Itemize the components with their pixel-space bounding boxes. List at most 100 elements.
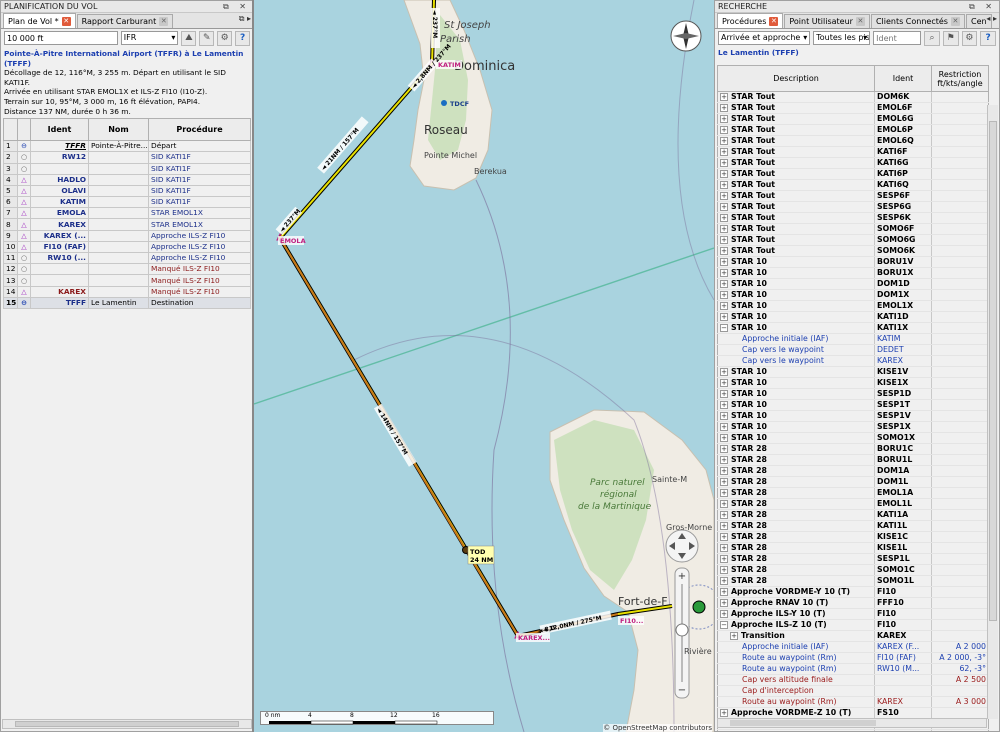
procedure-row[interactable]: − Approche ILS-Z 10 (T) FI10 xyxy=(717,619,989,631)
collapse-icon[interactable]: − xyxy=(720,621,728,629)
procedures-vscrollbar[interactable] xyxy=(987,105,998,719)
expand-icon[interactable]: + xyxy=(720,280,728,288)
procedure-row[interactable]: + Approche ILS-Y 10 (T) FI10 xyxy=(717,608,989,620)
procedure-row[interactable]: + STAR 10 DOM1D xyxy=(717,278,989,290)
procedure-row[interactable]: + STAR 28 KISE1C xyxy=(717,531,989,543)
procedure-leg-row[interactable]: Route au waypoint (Rm) KAREX A 3 000 xyxy=(717,696,989,708)
collapse-icon[interactable]: − xyxy=(720,324,728,332)
expand-icon[interactable]: + xyxy=(720,555,728,563)
tab-procedures[interactable]: Procédures ✕ xyxy=(717,13,784,28)
col-sym[interactable] xyxy=(17,118,31,142)
close-tab-icon[interactable]: ✕ xyxy=(61,16,71,26)
procedure-row[interactable]: + STAR Tout SOMO6F xyxy=(717,223,989,235)
filter-icon[interactable]: ⚑ xyxy=(942,30,959,46)
expand-icon[interactable]: + xyxy=(720,269,728,277)
procedure-row[interactable]: + STAR Tout KATI6G xyxy=(717,157,989,169)
flight-plan-row[interactable]: 7 △ EMOLA STAR EMOL1X xyxy=(3,207,251,220)
route-line[interactable]: Pointe-À-Pitre International Airport (TF… xyxy=(4,49,250,68)
expand-icon[interactable]: + xyxy=(720,445,728,453)
flight-rules-select[interactable]: IFR xyxy=(120,31,179,45)
procedure-row[interactable]: + STAR 10 DOM1X xyxy=(717,289,989,301)
expand-icon[interactable]: + xyxy=(720,577,728,585)
edit-icon[interactable]: ✎ xyxy=(199,30,215,46)
procedure-row[interactable]: + STAR 28 DOM1L xyxy=(717,476,989,488)
expand-icon[interactable]: + xyxy=(720,225,728,233)
procedure-row[interactable]: + STAR 10 SESP1X xyxy=(717,421,989,433)
procedure-row[interactable]: + STAR 10 SESP1T xyxy=(717,399,989,411)
expand-icon[interactable]: + xyxy=(720,456,728,464)
flight-plan-row[interactable]: 9 △ KAREX (... Approche ILS-Z FI10 xyxy=(3,229,251,242)
procedure-row[interactable]: + Approche VORDME-Y 10 (T) FI10 xyxy=(717,586,989,598)
expand-icon[interactable]: + xyxy=(730,632,738,640)
tab-flight-plan[interactable]: Plan de Vol * ✕ xyxy=(3,13,76,28)
close-tab-icon[interactable]: ✕ xyxy=(159,17,169,26)
expand-icon[interactable]: + xyxy=(720,599,728,607)
procedure-row[interactable]: + STAR Tout KATI6P xyxy=(717,168,989,180)
procedure-leg-row[interactable]: Cap vers le waypoint DEDET xyxy=(717,344,989,356)
procedure-row[interactable]: + STAR Tout SESP6K xyxy=(717,212,989,224)
procedure-leg-row[interactable]: Route au waypoint (Rm) FI10 (FAF) A 2 000,… xyxy=(717,652,989,664)
procedure-leg-row[interactable]: Approche initiale (IAF) KAREX (F... A 2 00… xyxy=(717,641,989,653)
map-canvas[interactable]: + − St Joseph Parish Dominica Roseau Poi… xyxy=(254,0,714,732)
procedure-row[interactable]: + STAR Tout EMOL6G xyxy=(717,113,989,125)
tdcf-airport[interactable] xyxy=(441,100,447,106)
expand-icon[interactable]: + xyxy=(720,93,728,101)
procedure-row[interactable]: + STAR 28 SOMO1C xyxy=(717,564,989,576)
expand-icon[interactable]: + xyxy=(720,126,728,134)
procedure-row[interactable]: + Approche RNAV 10 (T) FFF10 xyxy=(717,597,989,609)
cruise-altitude-input[interactable] xyxy=(4,31,118,45)
map-attribution[interactable]: © OpenStreetMap contributors xyxy=(603,724,712,732)
expand-icon[interactable]: + xyxy=(720,500,728,508)
col-description[interactable]: Description xyxy=(717,65,875,92)
procedure-row[interactable]: + STAR 28 EMOL1A xyxy=(717,487,989,499)
close-tab-icon[interactable]: ✕ xyxy=(855,17,865,26)
col-nom[interactable]: Nom xyxy=(88,118,149,142)
tab-scroll-icon[interactable]: ◂ ▸ xyxy=(986,14,997,23)
expand-icon[interactable]: + xyxy=(720,533,728,541)
expand-icon[interactable]: + xyxy=(720,258,728,266)
procedure-row[interactable]: + STAR 28 SOMO1L xyxy=(717,575,989,587)
procedure-row[interactable]: + STAR 28 SESP1L xyxy=(717,553,989,565)
flight-plan-hscrollbar[interactable] xyxy=(2,719,252,729)
col-restriction[interactable]: Restriction ft/kts/angle xyxy=(931,65,989,92)
expand-icon[interactable]: + xyxy=(720,390,728,398)
expand-icon[interactable]: + xyxy=(720,159,728,167)
procedure-row[interactable]: + Approche VORDME-Z 10 (T) FS10 xyxy=(717,707,989,719)
transition-row[interactable]: + Transition KAREX xyxy=(717,630,989,642)
procedure-row[interactable]: + STAR 28 BORU1C xyxy=(717,443,989,455)
procedure-row[interactable]: + STAR 28 KATI1A xyxy=(717,509,989,521)
expand-icon[interactable]: + xyxy=(720,291,728,299)
col-procedure[interactable]: Procédure xyxy=(148,118,251,142)
flight-plan-row[interactable]: 11 ○ RW10 (... Approche ILS-Z FI10 xyxy=(3,252,251,265)
procedure-row[interactable]: + STAR 10 BORU1X xyxy=(717,267,989,279)
procedure-row[interactable]: + STAR 28 DOM1A xyxy=(717,465,989,477)
col-num[interactable] xyxy=(3,118,18,142)
flight-plan-row[interactable]: 13 ○ Manqué ILS-Z FI10 xyxy=(3,274,251,287)
scroll-thumb[interactable] xyxy=(989,121,997,621)
expand-icon[interactable]: + xyxy=(720,434,728,442)
binoculars-icon[interactable]: ⌕ xyxy=(924,30,940,46)
help-icon[interactable]: ? xyxy=(980,30,997,46)
expand-icon[interactable]: + xyxy=(720,214,728,222)
expand-icon[interactable]: + xyxy=(720,236,728,244)
expand-icon[interactable]: + xyxy=(720,148,728,156)
panel-window-icons[interactable]: ⧉ ✕ xyxy=(969,1,996,13)
expand-icon[interactable]: + xyxy=(720,412,728,420)
procedure-row[interactable]: + STAR 10 KISE1X xyxy=(717,377,989,389)
calculate-icon[interactable]: ⛰ xyxy=(181,30,197,46)
procedure-row[interactable]: + STAR Tout SOMO6K xyxy=(717,245,989,257)
expand-icon[interactable]: + xyxy=(720,401,728,409)
flight-plan-row[interactable]: 1 ⊖ TFFR Pointe-À-Pitre... Départ xyxy=(3,140,251,153)
expand-icon[interactable]: + xyxy=(720,137,728,145)
expand-icon[interactable]: + xyxy=(720,379,728,387)
expand-icon[interactable]: + xyxy=(720,544,728,552)
expand-icon[interactable]: + xyxy=(720,588,728,596)
procedure-type-select[interactable]: Arrivée et approche xyxy=(718,31,811,45)
expand-icon[interactable]: + xyxy=(720,478,728,486)
procedure-row[interactable]: + STAR 10 KISE1V xyxy=(717,366,989,378)
expand-icon[interactable]: + xyxy=(720,302,728,310)
flight-plan-row[interactable]: 8 △ KAREX STAR EMOL1X xyxy=(3,218,251,231)
procedure-row[interactable]: + STAR Tout EMOL6P xyxy=(717,124,989,136)
procedure-row[interactable]: + STAR Tout SOMO6G xyxy=(717,234,989,246)
procedure-row[interactable]: + STAR 28 EMOL1L xyxy=(717,498,989,510)
